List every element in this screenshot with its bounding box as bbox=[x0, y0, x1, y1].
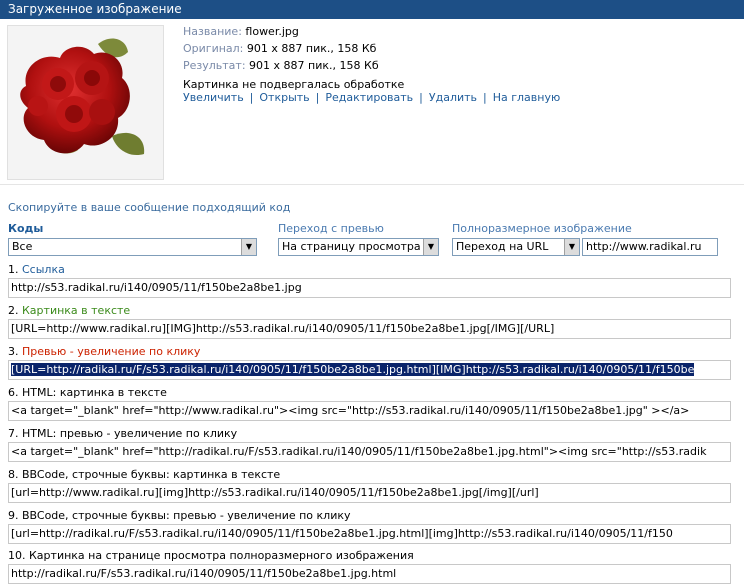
preview-label: Переход с превью bbox=[278, 222, 384, 235]
separator: | bbox=[249, 91, 254, 104]
code-number: 3. bbox=[8, 345, 19, 358]
code-number: 9. bbox=[8, 509, 19, 522]
original-size-value: 901 x 887 пик., 158 Кб bbox=[246, 42, 377, 56]
image-thumbnail[interactable] bbox=[7, 25, 164, 180]
code-field[interactable]: <a target="_blank" href="http://www.radi… bbox=[8, 401, 731, 421]
codes-select-value: Все bbox=[12, 240, 33, 253]
file-info: Название: flower.jpg Оригинал: 901 x 887… bbox=[183, 23, 404, 93]
code-block-bbcode-image: 8. BBCode, строчные буквы: картинка в те… bbox=[8, 468, 731, 503]
code-label: BBCode, строчные буквы: картинка в текст… bbox=[22, 468, 281, 481]
code-number: 1. bbox=[8, 263, 19, 276]
code-label: BBCode, строчные буквы: превью - увеличе… bbox=[22, 509, 351, 522]
preview-select[interactable]: На страницу просмотра ▼ bbox=[278, 238, 439, 256]
page-header: Загруженное изображение bbox=[0, 0, 744, 19]
file-name-row: Название: flower.jpg bbox=[183, 23, 404, 40]
code-value: [url=http://radikal.ru/F/s53.radikal.ru/… bbox=[11, 527, 673, 540]
code-number: 7. bbox=[8, 427, 19, 440]
url-input[interactable]: http://www.radikal.ru bbox=[582, 238, 718, 256]
separator: | bbox=[483, 91, 487, 104]
code-label: HTML: превью - увеличение по клику bbox=[22, 427, 238, 440]
delete-link[interactable]: Удалить bbox=[429, 91, 477, 104]
code-field[interactable]: http://radikal.ru/F/s53.radikal.ru/i140/… bbox=[8, 564, 731, 584]
code-label: Превью - увеличение по клику bbox=[22, 345, 201, 358]
original-size-label: Оригинал: bbox=[183, 42, 244, 56]
code-label: Картинка в тексте bbox=[22, 304, 131, 317]
chevron-down-icon[interactable]: ▼ bbox=[423, 239, 438, 255]
code-value: [URL=http://www.radikal.ru][IMG]http://s… bbox=[11, 322, 555, 335]
result-size-value: 901 x 887 пик., 158 Кб bbox=[249, 59, 379, 73]
code-value: http://s53.radikal.ru/i140/0905/11/f150b… bbox=[11, 281, 302, 294]
code-field[interactable]: <a target="_blank" href="http://radikal.… bbox=[8, 442, 731, 462]
code-value: <a target="_blank" href="http://radikal.… bbox=[11, 445, 707, 458]
open-link[interactable]: Открыть bbox=[259, 91, 309, 104]
result-size-row: Результат: 901 x 887 пик., 158 Кб bbox=[183, 57, 404, 74]
codes-select[interactable]: Все ▼ bbox=[8, 238, 257, 256]
original-size-row: Оригинал: 901 x 887 пик., 158 Кб bbox=[183, 40, 404, 57]
code-number: 10. bbox=[8, 549, 26, 562]
code-block-view-page: 10. Картинка на странице просмотра полно… bbox=[8, 549, 731, 584]
code-block-html-preview: 7. HTML: превью - увеличение по клику <a… bbox=[8, 427, 731, 462]
code-field[interactable]: [url=http://www.radikal.ru][img]http://s… bbox=[8, 483, 731, 503]
copy-instruction: Скопируйте в ваше сообщение подходящий к… bbox=[8, 201, 291, 214]
enlarge-link[interactable]: Увеличить bbox=[183, 91, 244, 104]
section-divider bbox=[0, 184, 744, 185]
url-input-value: http://www.radikal.ru bbox=[586, 240, 702, 253]
file-name-label: Название: bbox=[183, 25, 242, 38]
home-link[interactable]: На главную bbox=[493, 91, 561, 104]
code-field-selected[interactable]: [URL=http://radikal.ru/F/s53.radikal.ru/… bbox=[8, 360, 731, 380]
flower-image bbox=[20, 38, 145, 156]
code-field[interactable]: [URL=http://www.radikal.ru][IMG]http://s… bbox=[8, 319, 731, 339]
code-field[interactable]: http://s53.radikal.ru/i140/0905/11/f150b… bbox=[8, 278, 731, 298]
action-links: Увеличить | Открыть | Редактировать | Удалить |… bbox=[183, 91, 560, 104]
code-field[interactable]: [url=http://radikal.ru/F/s53.radikal.ru/… bbox=[8, 524, 731, 544]
separator: | bbox=[419, 91, 423, 104]
full-size-select-value: Переход на URL bbox=[456, 240, 549, 253]
full-size-select[interactable]: Переход на URL ▼ bbox=[452, 238, 580, 256]
code-number: 8. bbox=[8, 468, 19, 481]
file-name-value: flower.jpg bbox=[245, 25, 299, 38]
code-block-preview-click: 3. Превью - увеличение по клику [URL=htt… bbox=[8, 345, 731, 380]
code-label: Ссылка bbox=[22, 263, 65, 276]
result-size-label: Результат: bbox=[183, 59, 246, 73]
code-block-bbcode-preview: 9. BBCode, строчные буквы: превью - увел… bbox=[8, 509, 731, 544]
page-title: Загруженное изображение bbox=[8, 2, 182, 16]
code-value: [URL=http://radikal.ru/F/s53.radikal.ru/… bbox=[11, 363, 695, 376]
full-size-label: Полноразмерное изображение bbox=[452, 222, 632, 235]
code-number: 6. bbox=[8, 386, 19, 399]
code-value: http://radikal.ru/F/s53.radikal.ru/i140/… bbox=[11, 567, 397, 580]
chevron-down-icon[interactable]: ▼ bbox=[564, 239, 579, 255]
separator: | bbox=[315, 91, 320, 104]
code-value: [url=http://www.radikal.ru][img]http://s… bbox=[11, 486, 539, 499]
code-label: HTML: картинка в тексте bbox=[22, 386, 167, 399]
code-block-html-image: 6. HTML: картинка в тексте <a target="_b… bbox=[8, 386, 731, 421]
code-number: 2. bbox=[8, 304, 19, 317]
chevron-down-icon[interactable]: ▼ bbox=[241, 239, 256, 255]
code-label: Картинка на странице просмотра полноразм… bbox=[29, 549, 414, 562]
code-value: <a target="_blank" href="http://www.radi… bbox=[11, 404, 690, 417]
preview-select-value: На страницу просмотра bbox=[282, 240, 421, 253]
code-block-image-in-text: 2. Картинка в тексте [URL=http://www.rad… bbox=[8, 304, 731, 339]
edit-link[interactable]: Редактировать bbox=[325, 91, 413, 104]
code-block-link: 1. Ссылка http://s53.radikal.ru/i140/090… bbox=[8, 263, 731, 298]
codes-label: Коды bbox=[8, 222, 44, 235]
